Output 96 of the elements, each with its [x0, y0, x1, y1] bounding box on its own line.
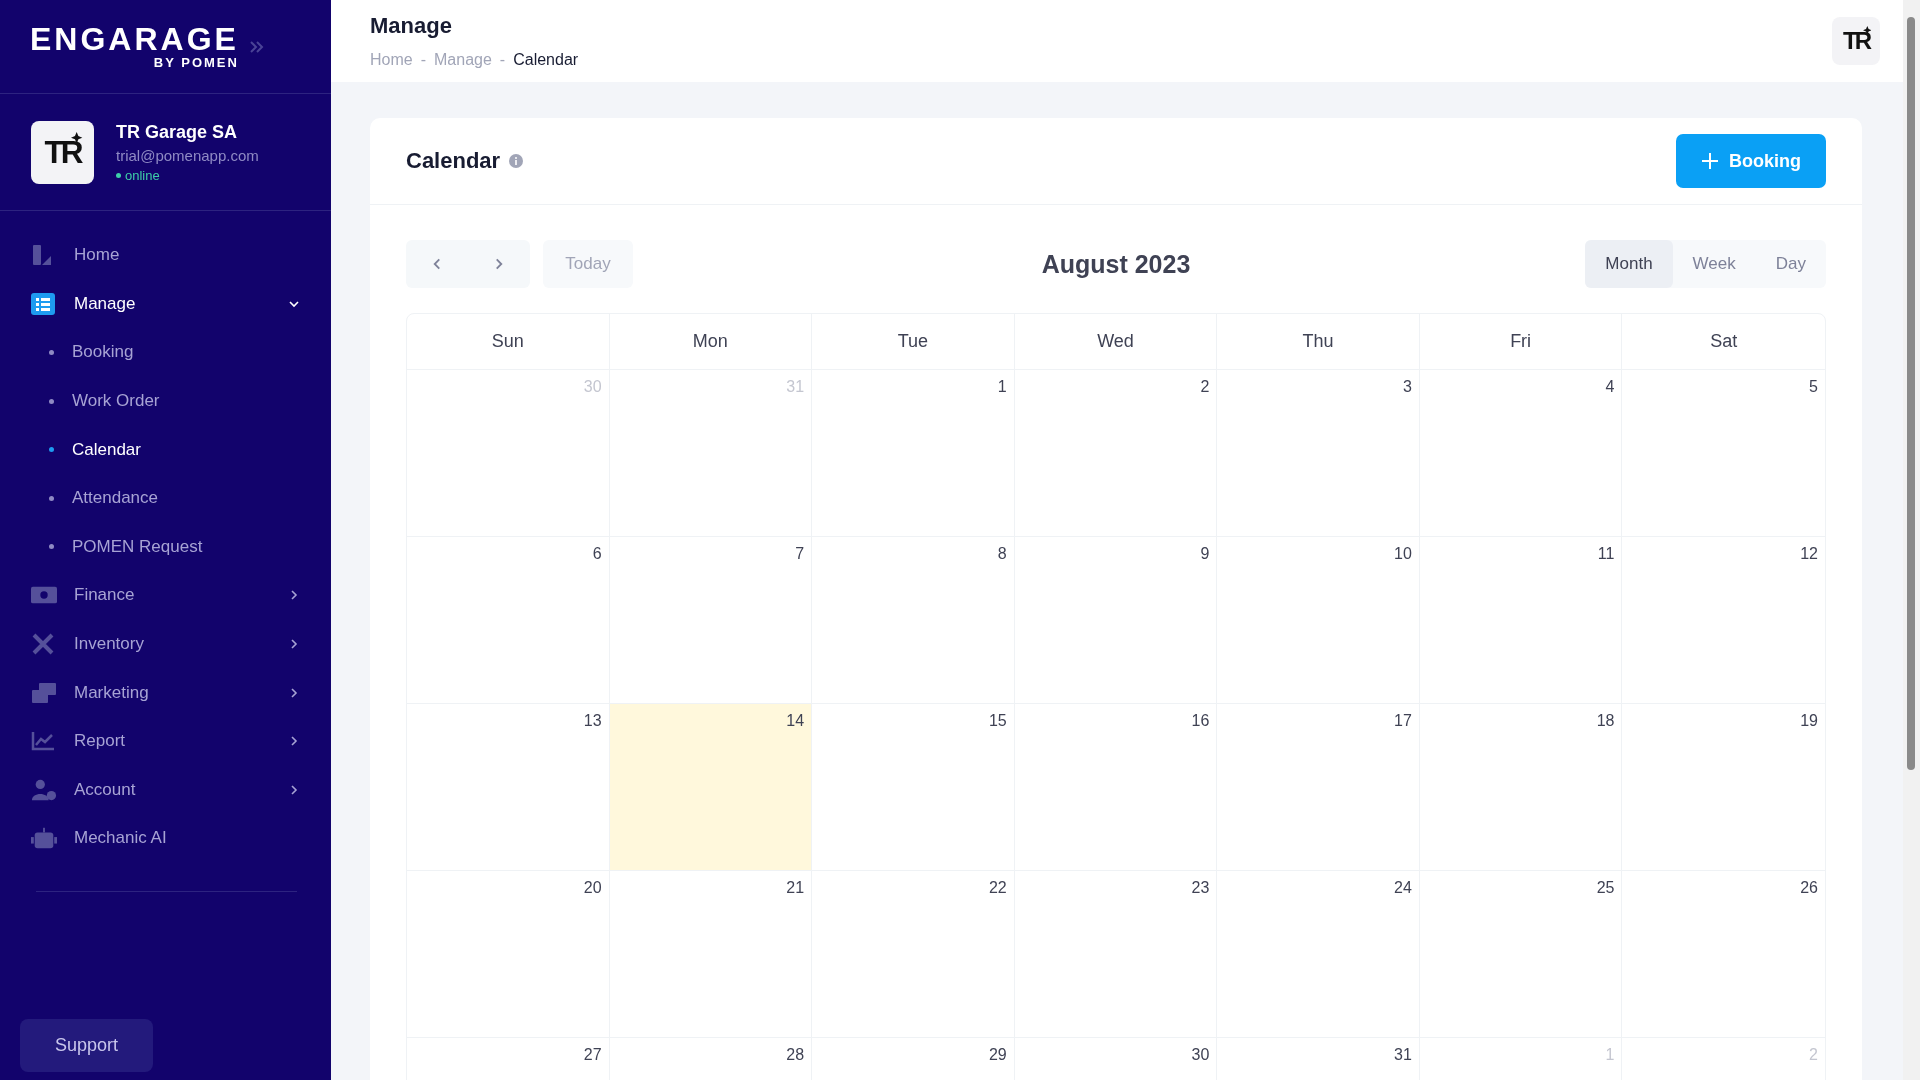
- banknote-icon: [31, 586, 57, 605]
- day-cell[interactable]: 3: [1217, 370, 1420, 537]
- list-icon: [31, 292, 55, 315]
- day-number: 13: [583, 712, 602, 730]
- day-number: 31: [1394, 1046, 1412, 1064]
- menu-item[interactable]: Account: [0, 765, 331, 815]
- day-number: 18: [1596, 712, 1615, 730]
- day-cell[interactable]: 24: [1217, 871, 1420, 1038]
- day-number: 28: [786, 1046, 805, 1064]
- day-number: 27: [583, 1046, 602, 1064]
- avatar: TR: [31, 120, 94, 184]
- chart-icon: [31, 731, 55, 752]
- menu-item[interactable]: Manage: [0, 279, 331, 329]
- day-cell[interactable]: 22: [812, 871, 1015, 1038]
- day-number: 9: [1200, 545, 1210, 563]
- view-tab[interactable]: Month: [1585, 240, 1673, 288]
- view-tab[interactable]: Week: [1672, 240, 1756, 288]
- day-cell[interactable]: 11: [1419, 537, 1623, 704]
- day-number: 24: [1394, 879, 1412, 897]
- menu-item[interactable]: Inventory: [0, 619, 331, 669]
- day-cell[interactable]: 14: [609, 704, 813, 871]
- breadcrumb[interactable]: Calendar: [513, 51, 579, 69]
- building-icon: [31, 244, 53, 267]
- day-number: 22: [988, 879, 1007, 897]
- day-number: 20: [583, 879, 602, 897]
- day-cell[interactable]: 18: [1419, 704, 1623, 871]
- menu-item[interactable]: Mechanic AI: [0, 814, 331, 863]
- submenu-item[interactable]: Booking: [0, 328, 331, 377]
- day-cell[interactable]: 2: [1014, 370, 1218, 537]
- day-cell[interactable]: 6: [407, 537, 610, 704]
- day-number: 8: [997, 545, 1007, 563]
- day-cell[interactable]: 16: [1014, 704, 1218, 871]
- day-number: 29: [988, 1046, 1007, 1064]
- breadcrumb-separator: -: [420, 51, 426, 69]
- day-number: 5: [1809, 378, 1818, 396]
- support-button[interactable]: Support: [20, 1019, 153, 1072]
- day-number: 15: [988, 712, 1007, 730]
- day-cell[interactable]: 20: [407, 871, 610, 1038]
- plus-icon: [1701, 152, 1719, 170]
- scrollbar[interactable]: [1903, 0, 1920, 1080]
- day-number: 11: [1597, 545, 1615, 563]
- day-cell[interactable]: 7: [609, 537, 813, 704]
- day-number: 21: [786, 879, 805, 897]
- day-number: 14: [786, 712, 805, 730]
- day-number: 4: [1605, 378, 1615, 396]
- day-cell[interactable]: 21: [609, 871, 813, 1038]
- collapse-icon[interactable]: [248, 39, 265, 54]
- day-number: 26: [1800, 879, 1818, 897]
- info-icon[interactable]: [509, 154, 524, 168]
- submenu-item[interactable]: Attendance: [0, 473, 331, 523]
- breadcrumb-separator: -: [499, 51, 506, 69]
- day-cell[interactable]: 8: [812, 537, 1015, 704]
- day-number: 31: [786, 378, 805, 396]
- day-number: 17: [1394, 712, 1412, 730]
- day-cell[interactable]: 10: [1217, 537, 1420, 704]
- submenu-item[interactable]: Work Order: [0, 376, 331, 426]
- day-number: 1: [997, 378, 1007, 396]
- submenu-item[interactable]: POMEN Request: [0, 522, 331, 572]
- profile-name: TR Garage SA: [116, 121, 239, 143]
- day-number: 16: [1191, 712, 1210, 730]
- day-cell[interactable]: 17: [1217, 704, 1420, 871]
- day-number: 25: [1596, 879, 1615, 897]
- status-label: online: [116, 167, 259, 183]
- menu-item[interactable]: Home: [0, 231, 331, 280]
- day-number: 1: [1605, 1046, 1615, 1064]
- day-cell[interactable]: 9: [1014, 537, 1218, 704]
- menu-item[interactable]: Marketing: [0, 668, 331, 717]
- day-number: 30: [1191, 1046, 1210, 1064]
- day-number: 10: [1394, 545, 1412, 563]
- day-number: 19: [1800, 712, 1818, 730]
- day-number: 12: [1800, 545, 1818, 563]
- day-cell[interactable]: 15: [812, 704, 1015, 871]
- month-title: August 2023: [1041, 249, 1191, 279]
- day-number: 30: [583, 378, 602, 396]
- day-number: 2: [1809, 1046, 1818, 1064]
- day-cell[interactable]: 13: [407, 704, 610, 871]
- day-cell[interactable]: 4: [1419, 370, 1623, 537]
- logo-subtitle: BY POMEN: [153, 55, 239, 70]
- view-tab[interactable]: Day: [1755, 240, 1826, 288]
- day-cell[interactable]: 25: [1419, 871, 1623, 1038]
- day-number: 6: [592, 545, 602, 563]
- menu-item[interactable]: Report: [0, 716, 331, 766]
- day-number: 3: [1402, 378, 1412, 396]
- day-cell[interactable]: 23: [1014, 871, 1218, 1038]
- logo-title: ENGARAGE: [30, 23, 239, 55]
- avatar: TR: [1832, 17, 1880, 65]
- robot-icon: [31, 826, 57, 851]
- submenu-item[interactable]: Calendar: [0, 425, 331, 474]
- day-cell[interactable]: 1: [812, 370, 1015, 537]
- card-title: Calendar: [406, 148, 501, 174]
- page-title: Manage: [370, 13, 453, 39]
- day-number: 7: [795, 545, 805, 563]
- day-number: 23: [1191, 879, 1210, 897]
- menu-item[interactable]: Finance: [0, 571, 331, 620]
- day-number: 2: [1200, 378, 1210, 396]
- profile-email: trial@pomenapp.com: [116, 146, 259, 164]
